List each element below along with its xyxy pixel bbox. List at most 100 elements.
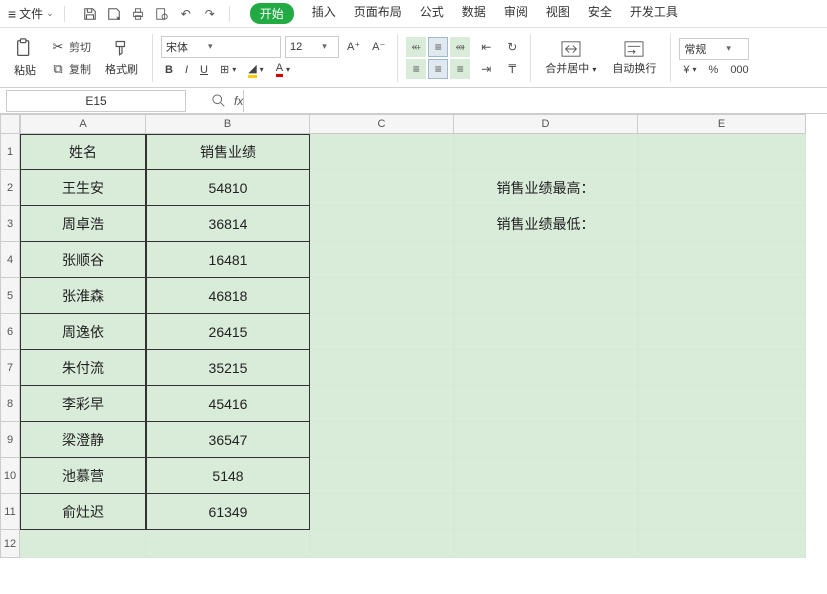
select-all-corner[interactable] <box>0 114 20 134</box>
increase-indent-button[interactable]: ⇥ <box>476 59 496 79</box>
formula-input[interactable] <box>243 90 827 112</box>
increase-font-button[interactable]: A⁺ <box>343 38 364 55</box>
name-box[interactable]: E15 <box>6 90 186 112</box>
cell[interactable] <box>310 386 454 422</box>
number-format-select[interactable]: 常规▾ <box>679 38 749 60</box>
comma-style-button[interactable]: 000 <box>726 62 752 78</box>
cell[interactable] <box>310 242 454 278</box>
cell[interactable]: 16481 <box>146 242 310 278</box>
cell[interactable]: 36547 <box>146 422 310 458</box>
tab-view[interactable]: 视图 <box>546 3 570 24</box>
cell[interactable]: 61349 <box>146 494 310 530</box>
cell[interactable]: 张顺谷 <box>20 242 146 278</box>
cell[interactable]: 销售业绩最低： <box>454 206 638 242</box>
print-preview-icon[interactable] <box>153 5 171 23</box>
cell[interactable] <box>454 278 638 314</box>
format-painter-button[interactable]: 格式刷 <box>99 37 144 79</box>
wrap-text-button[interactable]: 自动换行 <box>606 38 662 78</box>
cell[interactable] <box>638 350 806 386</box>
percent-button[interactable]: % <box>705 62 723 78</box>
row-header[interactable]: 5 <box>0 278 20 314</box>
cell[interactable] <box>310 530 454 558</box>
row-header[interactable]: 12 <box>0 530 20 558</box>
cell[interactable] <box>454 242 638 278</box>
cell[interactable] <box>638 422 806 458</box>
align-left-button[interactable]: ≡ <box>406 59 426 79</box>
cell[interactable]: 5148 <box>146 458 310 494</box>
font-size-select[interactable]: 12▾ <box>285 36 339 58</box>
text-direction-button[interactable]: ₸ <box>502 59 522 79</box>
cell[interactable] <box>310 170 454 206</box>
cell[interactable]: 销售业绩 <box>146 134 310 170</box>
cell[interactable] <box>638 530 806 558</box>
row-header[interactable]: 8 <box>0 386 20 422</box>
cell[interactable] <box>638 170 806 206</box>
cell[interactable] <box>310 422 454 458</box>
cell[interactable]: 池慕营 <box>20 458 146 494</box>
cell[interactable] <box>20 530 146 558</box>
cell[interactable] <box>454 494 638 530</box>
borders-button[interactable]: ⊞▾ <box>216 61 240 78</box>
cell[interactable] <box>454 314 638 350</box>
cell[interactable]: 周卓浩 <box>20 206 146 242</box>
cell[interactable] <box>638 314 806 350</box>
merge-center-button[interactable]: 合并居中 ▾ <box>539 38 602 78</box>
print-icon[interactable] <box>129 5 147 23</box>
cell[interactable] <box>454 530 638 558</box>
cell[interactable] <box>638 206 806 242</box>
col-header-e[interactable]: E <box>638 114 806 134</box>
cell[interactable] <box>454 386 638 422</box>
cell[interactable] <box>638 278 806 314</box>
orientation-button[interactable]: ↻ <box>502 37 522 57</box>
cell[interactable]: 李彩早 <box>20 386 146 422</box>
fx-icon[interactable]: fx <box>234 94 243 108</box>
cell[interactable] <box>310 206 454 242</box>
tab-formula[interactable]: 公式 <box>420 3 444 24</box>
cell[interactable] <box>638 242 806 278</box>
row-header[interactable]: 4 <box>0 242 20 278</box>
cell[interactable] <box>454 422 638 458</box>
cell[interactable]: 王生安 <box>20 170 146 206</box>
cell[interactable]: 54810 <box>146 170 310 206</box>
row-header[interactable]: 6 <box>0 314 20 350</box>
decrease-font-button[interactable]: A⁻ <box>368 38 389 55</box>
copy-button[interactable]: ⧉ 复制 <box>46 59 95 79</box>
cell[interactable] <box>310 134 454 170</box>
save-as-icon[interactable] <box>105 5 123 23</box>
align-bottom-button[interactable]: ⬵ <box>450 37 470 57</box>
cell[interactable] <box>310 458 454 494</box>
cell[interactable]: 46818 <box>146 278 310 314</box>
align-top-button[interactable]: ⬴ <box>406 37 426 57</box>
tab-review[interactable]: 审阅 <box>504 3 528 24</box>
underline-button[interactable]: U <box>196 62 212 78</box>
cell[interactable] <box>310 278 454 314</box>
cell[interactable] <box>310 314 454 350</box>
cell[interactable]: 35215 <box>146 350 310 386</box>
cell[interactable]: 朱付流 <box>20 350 146 386</box>
cell[interactable] <box>638 458 806 494</box>
cell[interactable] <box>454 134 638 170</box>
cell[interactable] <box>638 494 806 530</box>
cell[interactable]: 销售业绩最高： <box>454 170 638 206</box>
tab-security[interactable]: 安全 <box>588 3 612 24</box>
cell[interactable] <box>310 350 454 386</box>
cell[interactable]: 姓名 <box>20 134 146 170</box>
row-header[interactable]: 2 <box>0 170 20 206</box>
align-right-button[interactable]: ≡ <box>450 59 470 79</box>
cell[interactable] <box>310 494 454 530</box>
cell[interactable]: 梁澄静 <box>20 422 146 458</box>
tab-start[interactable]: 开始 <box>250 3 294 24</box>
tab-data[interactable]: 数据 <box>462 3 486 24</box>
redo-icon[interactable]: ↷ <box>201 5 219 23</box>
cut-button[interactable]: ✂ 剪切 <box>46 37 95 57</box>
italic-button[interactable]: I <box>181 62 192 78</box>
cell[interactable] <box>638 134 806 170</box>
align-center-button[interactable]: ≡ <box>428 59 448 79</box>
row-header[interactable]: 9 <box>0 422 20 458</box>
col-header-d[interactable]: D <box>454 114 638 134</box>
tab-insert[interactable]: 插入 <box>312 3 336 24</box>
cell[interactable]: 45416 <box>146 386 310 422</box>
row-header[interactable]: 11 <box>0 494 20 530</box>
cell[interactable]: 36814 <box>146 206 310 242</box>
tab-dev-tools[interactable]: 开发工具 <box>630 3 678 24</box>
